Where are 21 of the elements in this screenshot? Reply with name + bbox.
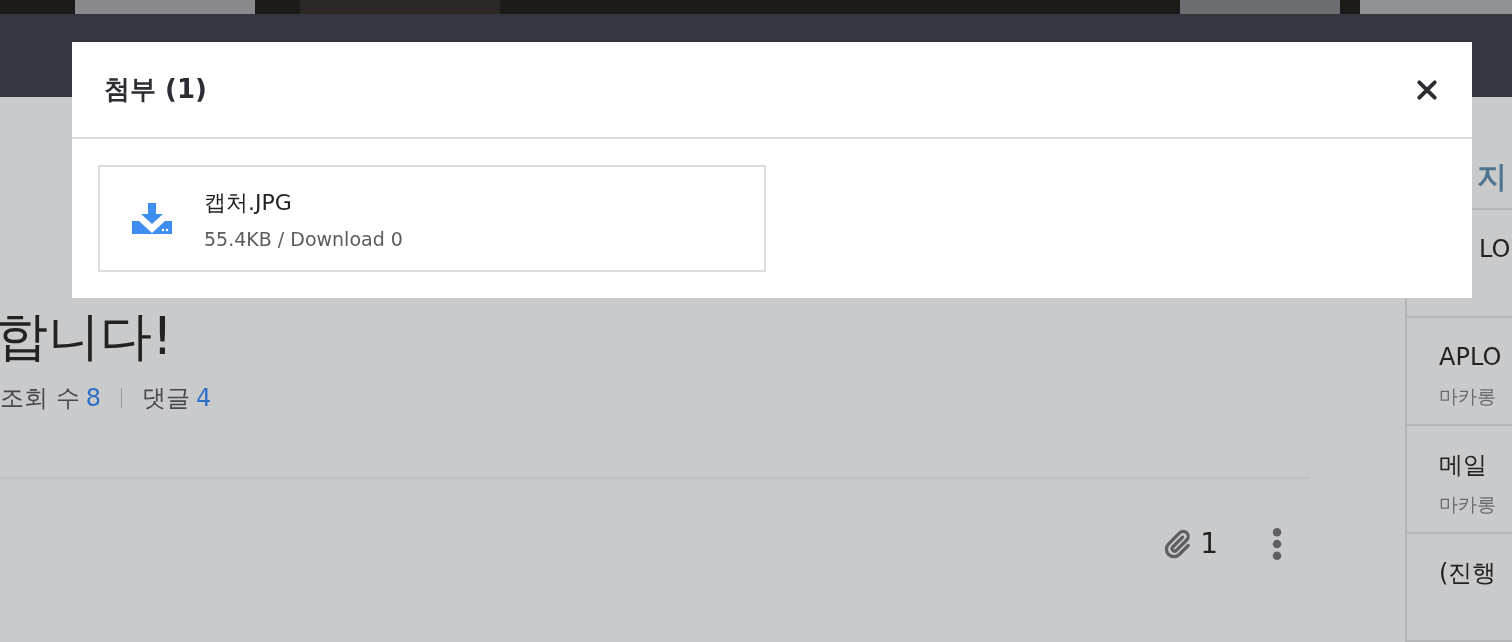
paperclip-icon (1162, 528, 1193, 559)
sidebar-item[interactable]: 메일 마카롱 (1407, 426, 1512, 535)
post-title: 합니다! (0, 305, 174, 368)
attachment-button[interactable]: 1 (1162, 527, 1218, 560)
sidebar-item[interactable]: (진행 (1407, 534, 1512, 642)
file-card[interactable]: 캡처.JPG 55.4KB / Download 0 (98, 165, 766, 272)
file-name: 캡처.JPG (204, 188, 293, 217)
item-author: 마카롱 (1439, 492, 1497, 518)
item-title: (진행 (1439, 558, 1498, 589)
item-author: 마카롱 (1439, 384, 1497, 410)
separator-bar (120, 388, 122, 408)
meta-label: 조회 수 (0, 383, 80, 413)
dialog-title: 첨부 (1) (104, 73, 207, 106)
meta-label: 댓글 (141, 383, 190, 413)
item-title: APLO (1439, 342, 1503, 373)
more-icon[interactable] (1272, 527, 1282, 560)
sidebar-item[interactable]: APLO 마카롱 (1407, 318, 1512, 427)
item-title: 메일 (1439, 450, 1488, 481)
close-icon[interactable] (1416, 78, 1438, 101)
item-title: LO (1478, 234, 1512, 265)
file-info: 55.4KB / Download 0 (204, 227, 403, 250)
